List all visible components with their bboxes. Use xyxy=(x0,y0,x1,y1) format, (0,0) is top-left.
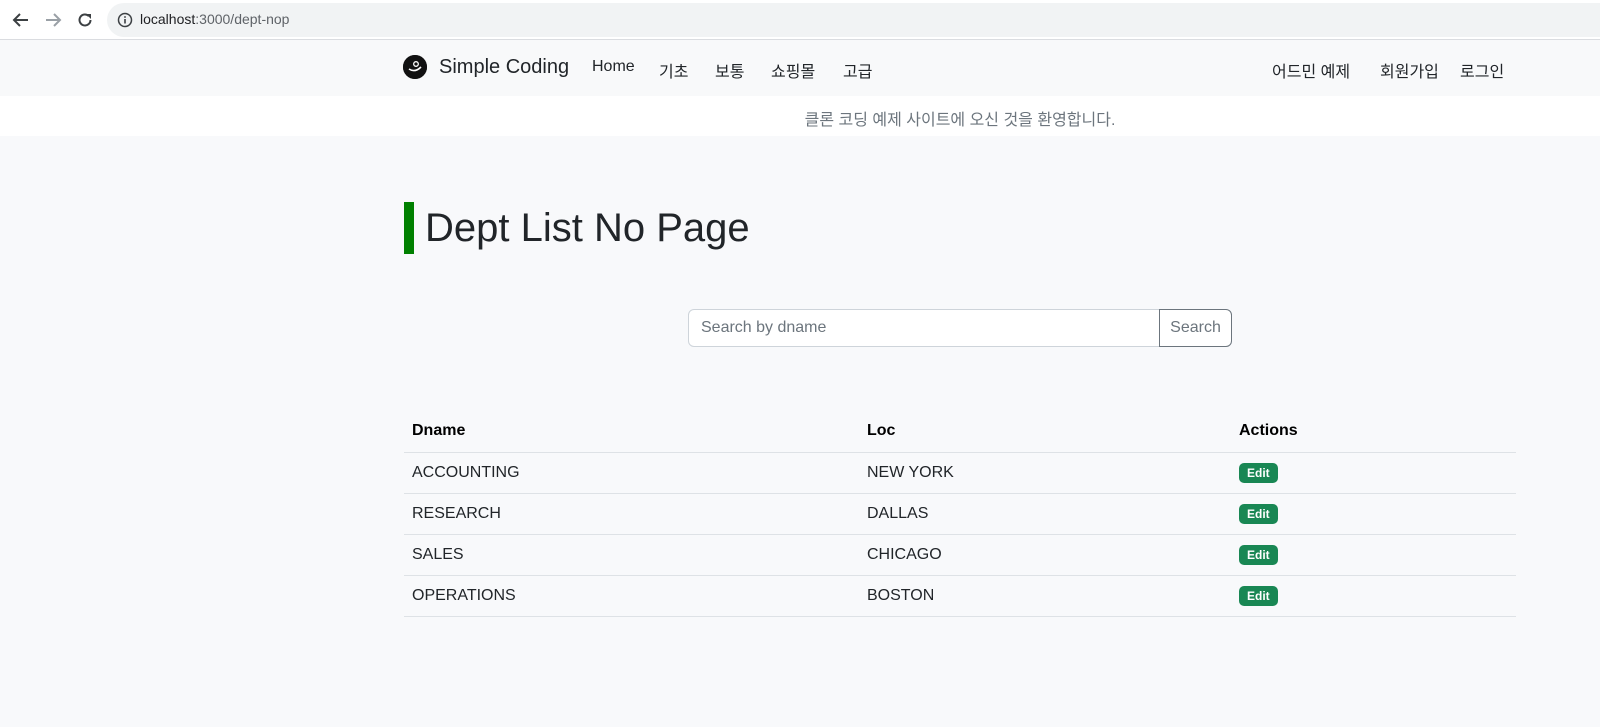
nav-item-signup[interactable]: 회원가입 xyxy=(1380,58,1439,82)
url-text[interactable]: localhost:3000/dept-nop xyxy=(140,11,289,27)
navbar-brand[interactable]: Simple Coding xyxy=(403,55,569,79)
edit-button[interactable]: Edit xyxy=(1239,462,1278,483)
address-bar[interactable]: localhost:3000/dept-nop xyxy=(107,3,1600,37)
info-icon[interactable] xyxy=(117,12,133,28)
column-header-actions: Actions xyxy=(1231,411,1516,453)
logo-icon xyxy=(403,55,427,79)
cell-actions: Edit xyxy=(1231,534,1516,576)
search-button[interactable]: Search xyxy=(1159,309,1232,347)
welcome-banner: 클론 코딩 예제 사이트에 오신 것을 환영합니다. xyxy=(0,96,1600,136)
cell-actions: Edit xyxy=(1231,493,1516,535)
url-host: localhost xyxy=(140,11,196,27)
forward-button[interactable] xyxy=(41,8,65,32)
cell-actions: Edit xyxy=(1231,452,1516,494)
nav-item-admin-example[interactable]: 어드민 예제 xyxy=(1272,58,1350,82)
arrow-right-icon xyxy=(46,13,62,27)
edit-button[interactable]: Edit xyxy=(1239,503,1278,524)
page-header: Dept List No Page xyxy=(404,202,750,254)
back-button[interactable] xyxy=(9,8,33,32)
table-row: ACCOUNTING NEW YORK Edit xyxy=(404,452,1516,494)
nav-item-home[interactable]: Home xyxy=(592,58,635,76)
welcome-text: 클론 코딩 예제 사이트에 오신 것을 환영합니다. xyxy=(804,112,1116,129)
nav-item-login[interactable]: 로그인 xyxy=(1460,58,1504,82)
cell-loc: DALLAS xyxy=(859,493,1231,535)
reload-button[interactable] xyxy=(73,8,97,32)
cell-dname: ACCOUNTING xyxy=(404,452,859,494)
table-row: SALES CHICAGO Edit xyxy=(404,534,1516,576)
cell-dname: SALES xyxy=(404,534,859,576)
nav-item-basic[interactable]: 기초 xyxy=(659,58,688,82)
cell-loc: NEW YORK xyxy=(859,452,1231,494)
table-row: OPERATIONS BOSTON Edit xyxy=(404,575,1516,617)
table-row: RESEARCH DALLAS Edit xyxy=(404,493,1516,535)
column-header-loc: Loc xyxy=(859,411,1231,453)
arrow-left-icon xyxy=(12,13,28,27)
cell-actions: Edit xyxy=(1231,575,1516,617)
cell-loc: CHICAGO xyxy=(859,534,1231,576)
nav-item-normal[interactable]: 보통 xyxy=(715,58,744,82)
nav-item-advanced[interactable]: 고급 xyxy=(843,58,872,82)
cell-dname: RESEARCH xyxy=(404,493,859,535)
title-accent-bar xyxy=(404,202,414,254)
dept-table: Dname Loc Actions ACCOUNTING NEW YORK Ed… xyxy=(404,411,1516,617)
cell-dname: OPERATIONS xyxy=(404,575,859,617)
reload-icon xyxy=(78,13,92,27)
site-navbar: Simple Coding Home 기초 보통 쇼핑몰 고급 어드민 예제 회… xyxy=(0,40,1600,96)
edit-button[interactable]: Edit xyxy=(1239,544,1278,565)
column-header-dname: Dname xyxy=(404,411,859,453)
browser-toolbar: localhost:3000/dept-nop xyxy=(0,0,1600,40)
brand-name: Simple Coding xyxy=(439,55,570,78)
page-title: Dept List No Page xyxy=(425,205,750,250)
url-path: :3000/dept-nop xyxy=(195,11,290,27)
search-input[interactable] xyxy=(688,309,1160,347)
nav-item-shoppingmall[interactable]: 쇼핑몰 xyxy=(771,58,815,82)
cell-loc: BOSTON xyxy=(859,575,1231,617)
edit-button[interactable]: Edit xyxy=(1239,585,1278,606)
table-header-row: Dname Loc Actions xyxy=(404,411,1516,453)
